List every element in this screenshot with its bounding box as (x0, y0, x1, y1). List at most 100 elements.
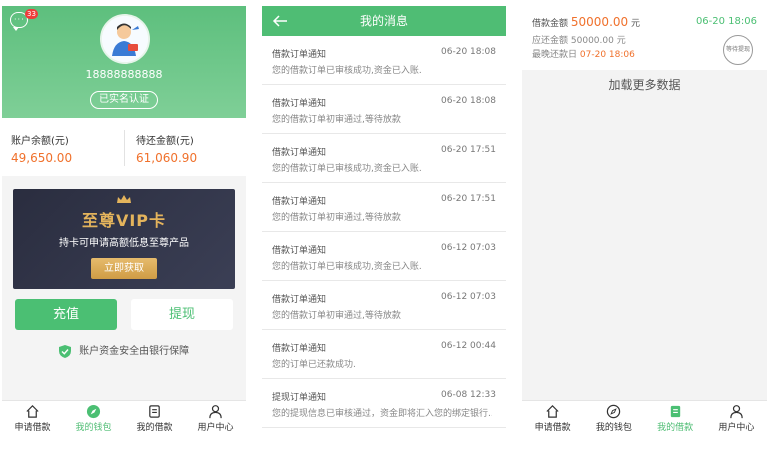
tab-label: 我的钱包 (595, 423, 632, 431)
message-item[interactable]: 借款订单通知 06-20 18:08 您的借款订单已审核成功,资金已入账. (262, 36, 506, 85)
safety-notice: 账户资金安全由银行保障 (2, 342, 246, 358)
safety-text: 账户资金安全由银行保障 (79, 346, 190, 357)
repay-amount: 待还金额(元) 61,060.90 (136, 132, 197, 165)
tab-label: 用户中心 (197, 423, 234, 431)
due-amount-unit: 元 (616, 36, 626, 46)
balance-summary: 账户余额(元) 49,650.00 待还金额(元) 61,060.90 (2, 118, 246, 176)
message-time: 06-20 18:08 (441, 47, 496, 57)
message-badge: 33 (25, 9, 38, 19)
message-body: 您的借款订单已审核成功,资金已入账. (272, 164, 422, 174)
loan-amount-value: 50000.00 (570, 15, 629, 29)
tab-user-center[interactable]: 用户中心 (185, 401, 246, 431)
withdraw-button[interactable]: 提现 (131, 299, 233, 330)
message-item[interactable]: 借款订单通知 06-20 17:51 您的借款订单已审核成功,资金已入账. (262, 134, 506, 183)
message-list: 借款订单通知 06-20 18:08 您的借款订单已审核成功,资金已入账. 借款订单通… (262, 36, 506, 428)
user-icon (730, 405, 743, 419)
loan-date: 06-20 18:06 (695, 16, 757, 27)
message-time: 06-12 00:44 (441, 341, 496, 351)
status-stamp: 等待提现 (723, 35, 753, 65)
message-body: 您的提现信息已审核通过，资金即将汇入您的绑定银行... (272, 409, 492, 419)
vip-title: 至尊VIP卡 (81, 211, 167, 230)
document-icon (670, 405, 680, 418)
message-item[interactable]: 借款订单通知 06-12 07:03 您的借款订单初审通过,等待放款 (262, 281, 506, 330)
message-title: 提现订单通知 (272, 393, 327, 403)
phone-number: 18888888888 (85, 68, 163, 81)
loan-list-area: 加载更多数据 (522, 70, 767, 401)
tab-label: 我的借款 (136, 423, 173, 431)
home-icon (26, 405, 39, 418)
bottom-tabbar: 申请借款 我的钱包 我的借款 用户中心 (2, 400, 246, 431)
crown-icon (117, 195, 131, 203)
vip-card[interactable]: 至尊VIP卡 持卡可申请高额低息至尊产品 立即获取 (13, 189, 235, 289)
message-item[interactable]: 借款订单通知 06-12 00:44 您的订单已还款成功. (262, 330, 506, 379)
message-body: 您的借款订单已审核成功,资金已入账. (272, 66, 422, 76)
loan-amount: 借款金额 50000.00 元 (532, 15, 640, 29)
tab-apply-loan[interactable]: 申请借款 (2, 401, 63, 431)
page-title: 我的消息 (359, 14, 408, 28)
repay-amount-label: 待还金额(元) (136, 136, 194, 147)
message-body: 您的订单已还款成功. (272, 360, 356, 370)
message-item[interactable]: 借款订单通知 06-12 07:03 您的借款订单已审核成功,资金已入账. (262, 232, 506, 281)
message-title: 借款订单通知 (272, 50, 327, 60)
tab-apply-loan[interactable]: 申请借款 (522, 401, 583, 431)
tab-my-loans[interactable]: 我的借款 (645, 401, 706, 431)
back-arrow-icon[interactable] (272, 14, 288, 28)
recharge-button[interactable]: 充值 (15, 299, 117, 330)
loan-amount-unit: 元 (631, 19, 641, 29)
tab-label: 我的借款 (657, 423, 694, 431)
avatar[interactable] (100, 14, 150, 64)
account-balance: 账户余额(元) 49,650.00 (11, 132, 72, 165)
message-title: 借款订单通知 (272, 99, 327, 109)
loan-amount-label: 借款金额 (532, 19, 569, 29)
tab-my-wallet[interactable]: 我的钱包 (63, 401, 124, 431)
deadline: 最晚还款日 07-20 18:06 (532, 47, 635, 60)
compass-icon (86, 404, 101, 419)
tab-user-center[interactable]: 用户中心 (706, 401, 767, 431)
message-time: 06-12 07:03 (441, 243, 496, 253)
vip-get-button[interactable]: 立即获取 (91, 258, 157, 279)
message-title: 借款订单通知 (272, 197, 327, 207)
due-amount: 应还金额 50000.00 元 (532, 33, 626, 46)
wallet-screen: ··· 33 18888888888 已实名认证 账户余额(元) 49,650.… (2, 6, 246, 431)
message-body: 您的借款订单初审通过,等待放款 (272, 213, 401, 223)
tab-my-wallet[interactable]: 我的钱包 (583, 401, 644, 431)
loan-record[interactable]: 借款金额 50000.00 元 06-20 18:06 应还金额 50000.0… (522, 6, 767, 71)
message-item[interactable]: 提现订单通知 06-08 12:33 您的提现信息已审核通过，资金即将汇入您的绑定银… (262, 379, 506, 428)
message-title: 借款订单通知 (272, 148, 327, 158)
message-title: 借款订单通知 (272, 295, 327, 305)
home-icon (546, 405, 559, 418)
message-time: 06-12 07:03 (441, 292, 496, 302)
deadline-value: 07-20 18:06 (579, 50, 635, 60)
loans-screen: 借款金额 50000.00 元 06-20 18:06 应还金额 50000.0… (522, 6, 767, 431)
due-amount-value: 50000.00 (570, 36, 614, 46)
message-item[interactable]: 借款订单通知 06-20 18:08 您的借款订单初审通过,等待放款 (262, 85, 506, 134)
profile-header: ··· 33 18888888888 已实名认证 (2, 6, 246, 118)
tab-label: 我的钱包 (75, 423, 112, 431)
verified-badge[interactable]: 已实名认证 (90, 91, 158, 109)
message-body: 您的借款订单初审通过,等待放款 (272, 311, 401, 321)
due-amount-label: 应还金额 (532, 36, 569, 46)
bottom-tabbar: 申请借款 我的钱包 我的借款 用户中心 (522, 400, 767, 431)
user-icon (209, 405, 222, 419)
message-time: 06-08 12:33 (441, 390, 496, 400)
message-title: 借款订单通知 (272, 344, 327, 354)
account-balance-label: 账户余额(元) (11, 136, 69, 147)
message-body: 您的借款订单初审通过,等待放款 (272, 115, 401, 125)
messages-header: 我的消息 (262, 6, 506, 36)
document-icon (149, 405, 160, 418)
load-more-button[interactable]: 加载更多数据 (522, 76, 767, 93)
tab-my-loans[interactable]: 我的借款 (124, 401, 185, 431)
vip-subtitle: 持卡可申请高额低息至尊产品 (59, 238, 189, 249)
message-time: 06-20 17:51 (441, 194, 496, 204)
tab-label: 申请借款 (14, 423, 51, 431)
message-title: 借款订单通知 (272, 246, 327, 256)
shield-icon (58, 344, 71, 358)
message-time: 06-20 17:51 (441, 145, 496, 155)
tab-label: 申请借款 (534, 423, 571, 431)
repay-amount-value: 61,060.90 (136, 151, 198, 165)
message-item[interactable]: 借款订单通知 06-20 17:51 您的借款订单初审通过,等待放款 (262, 183, 506, 232)
compass-icon (607, 404, 621, 419)
message-body: 您的借款订单已审核成功,资金已入账. (272, 262, 422, 272)
account-balance-value: 49,650.00 (11, 151, 73, 165)
message-time: 06-20 18:08 (441, 96, 496, 106)
